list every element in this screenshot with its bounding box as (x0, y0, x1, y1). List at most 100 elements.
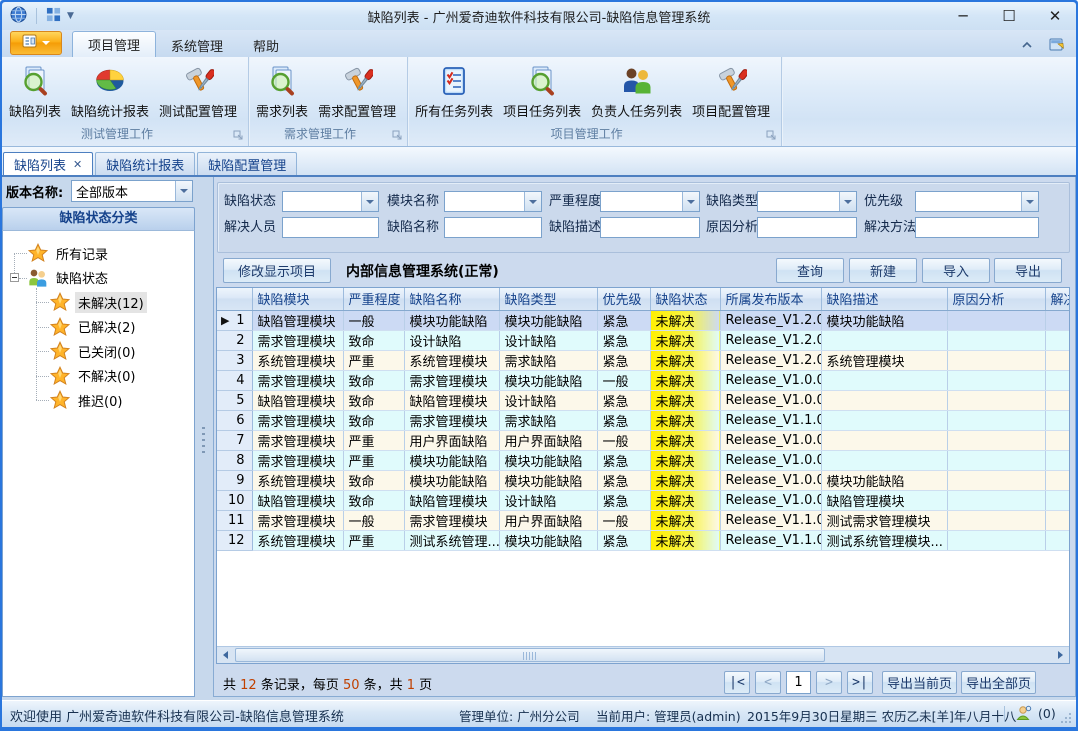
grid-column-header[interactable]: 缺陷描述 (821, 288, 947, 310)
scrollbar-thumb[interactable] (235, 648, 825, 662)
ribbon-tab-2[interactable]: 系统管理 (156, 33, 238, 57)
tree-item-5[interactable]: 已关闭(0) (49, 339, 138, 363)
tree-item-2[interactable]: 缺陷状态 (27, 266, 111, 290)
dialog-launcher-icon[interactable] (766, 130, 777, 141)
application-menu-button[interactable] (10, 31, 62, 55)
filter-dropdown[interactable] (444, 191, 542, 212)
grid-cell: 未解决 (650, 310, 720, 330)
filter-input[interactable] (915, 217, 1039, 238)
filter-dropdown[interactable] (915, 191, 1039, 212)
version-combobox[interactable]: 全部版本 (71, 180, 193, 202)
close-tab-icon[interactable]: ✕ (73, 158, 82, 171)
grid-row-4[interactable]: 4需求管理模块致命需求管理模块模块功能缺陷一般未解决Release_V1.0.0 (217, 370, 1070, 390)
dropdown-arrow-icon[interactable] (524, 192, 541, 211)
new-button[interactable]: 新建 (849, 258, 917, 283)
dialog-launcher-icon[interactable] (392, 130, 403, 141)
collapse-ribbon-icon[interactable] (1018, 36, 1036, 53)
splitter[interactable] (195, 177, 213, 697)
ribbon-button[interactable]: 测试配置管理 (154, 62, 242, 122)
dialog-launcher-icon[interactable] (233, 130, 244, 141)
ribbon-button[interactable]: 需求列表 (251, 62, 313, 122)
maximize-button[interactable]: ☐ (996, 6, 1022, 26)
grid-column-header[interactable]: 缺陷模块 (252, 288, 343, 310)
minimize-button[interactable]: ─ (950, 6, 976, 26)
grid-row-2[interactable]: 2需求管理模块致命设计缺陷设计缺陷紧急未解决Release_V1.2.0 (217, 330, 1070, 350)
tree-item-6[interactable]: 不解决(0) (49, 364, 138, 388)
grid-row-12[interactable]: 12系统管理模块严重测试系统管理...模块功能缺陷紧急未解决Release_V1… (217, 530, 1070, 550)
last-page-button[interactable]: >| (847, 671, 873, 694)
scroll-right-icon[interactable] (1052, 647, 1069, 663)
version-dropdown-button[interactable] (175, 181, 192, 201)
filter-label: 缺陷描述 (549, 217, 601, 238)
grid-row-1[interactable]: 1▶缺陷管理模块一般模块功能缺陷模块功能缺陷紧急未解决Release_V1.2.… (217, 310, 1070, 330)
document-tab-3[interactable]: 缺陷配置管理 (197, 152, 297, 175)
document-tab-1[interactable]: 缺陷列表✕ (3, 152, 93, 175)
filter-input[interactable] (444, 217, 542, 238)
messages-icon[interactable] (1016, 705, 1032, 725)
query-button[interactable]: 查询 (776, 258, 844, 283)
grid-cell (1045, 430, 1070, 450)
ribbon-button[interactable]: 需求配置管理 (313, 62, 401, 122)
filter-input[interactable] (600, 217, 700, 238)
ribbon-tab-3[interactable]: 帮助 (238, 33, 294, 57)
dropdown-arrow-icon[interactable] (361, 192, 378, 211)
filter-input[interactable] (757, 217, 857, 238)
grid-column-header[interactable]: 优先级 (597, 288, 650, 310)
ribbon-button[interactable]: 项目配置管理 (687, 62, 775, 122)
dropdown-arrow-icon[interactable] (839, 192, 856, 211)
horizontal-scrollbar[interactable] (217, 646, 1069, 663)
close-button[interactable]: ✕ (1042, 6, 1068, 26)
ribbon-button[interactable]: 项目任务列表 (498, 62, 586, 122)
grid-column-header[interactable]: 原因分析 (947, 288, 1045, 310)
grid-cell: 设计缺陷 (499, 330, 597, 350)
dropdown-arrow-icon[interactable] (1021, 192, 1038, 211)
filter-input[interactable] (282, 217, 379, 238)
tree-collapse-icon[interactable] (10, 273, 19, 282)
scroll-left-icon[interactable] (217, 647, 234, 663)
dropdown-arrow-icon[interactable] (682, 192, 699, 211)
grid-row-6[interactable]: 6需求管理模块致命需求管理模块需求缺陷紧急未解决Release_V1.1.0 (217, 410, 1070, 430)
grid-cell: 未解决 (650, 370, 720, 390)
grid-row-3[interactable]: 3系统管理模块严重系统管理模块需求缺陷紧急未解决Release_V1.2.0系统… (217, 350, 1070, 370)
ribbon-help-icon[interactable] (1048, 36, 1066, 53)
grid-row-11[interactable]: 11需求管理模块一般需求管理模块用户界面缺陷一般未解决Release_V1.1.… (217, 510, 1070, 530)
grid-column-header[interactable]: 所属发布版本 (720, 288, 821, 310)
ribbon-button[interactable]: 缺陷列表 (4, 62, 66, 122)
import-button[interactable]: 导入 (922, 258, 990, 283)
ribbon-button[interactable]: 缺陷统计报表 (66, 62, 154, 122)
page-number-input[interactable]: 1 (786, 671, 811, 694)
grid-column-header[interactable]: 解决方法 (1045, 288, 1070, 310)
first-page-button[interactable]: |< (724, 671, 750, 694)
modify-display-items-button[interactable]: 修改显示项目 (223, 258, 331, 283)
tree-connector-line (14, 253, 15, 273)
grid-cell (821, 390, 947, 410)
grid-column-header[interactable]: 严重程度 (343, 288, 404, 310)
grid-cell: 测试系统管理... (404, 530, 499, 550)
ribbon-button[interactable]: 所有任务列表 (410, 62, 498, 122)
tree-item-3[interactable]: 未解决(12) (49, 290, 147, 314)
tree-item-4[interactable]: 已解决(2) (49, 315, 138, 339)
filter-dropdown[interactable] (282, 191, 379, 212)
grid-row-8[interactable]: 8需求管理模块严重模块功能缺陷模块功能缺陷紧急未解决Release_V1.0.0 (217, 450, 1070, 470)
grid-column-header[interactable]: 缺陷类型 (499, 288, 597, 310)
filter-dropdown[interactable] (757, 191, 857, 212)
resize-grip[interactable] (1060, 712, 1072, 724)
ribbon-tab-1[interactable]: 项目管理 (72, 31, 156, 57)
ribbon-button[interactable]: 负责人任务列表 (586, 62, 687, 122)
prev-page-button[interactable]: < (755, 671, 781, 694)
grid-column-header[interactable]: 缺陷名称 (404, 288, 499, 310)
filter-dropdown[interactable] (600, 191, 700, 212)
next-page-button[interactable]: > (816, 671, 842, 694)
tree-item-1[interactable]: 所有记录 (27, 241, 111, 265)
grid-row-10[interactable]: 10缺陷管理模块致命缺陷管理模块设计缺陷紧急未解决Release_V1.0.0缺… (217, 490, 1070, 510)
export-all-pages-button[interactable]: 导出全部页 (961, 671, 1036, 694)
export-current-page-button[interactable]: 导出当前页 (882, 671, 957, 694)
export-button[interactable]: 导出 (994, 258, 1062, 283)
tree-item-7[interactable]: 推迟(0) (49, 388, 125, 412)
grid-row-5[interactable]: 5缺陷管理模块致命缺陷管理模块设计缺陷紧急未解决Release_V1.0.0 (217, 390, 1070, 410)
grid-row-9[interactable]: 9系统管理模块致命模块功能缺陷模块功能缺陷紧急未解决Release_V1.0.0… (217, 470, 1070, 490)
grid-row-7[interactable]: 7需求管理模块严重用户界面缺陷用户界面缺陷一般未解决Release_V1.0.0 (217, 430, 1070, 450)
app-window: ▼ 缺陷列表 - 广州爱奇迪软件科技有限公司-缺陷信息管理系统 ─ ☐ ✕ 项目… (0, 0, 1078, 731)
grid-column-header[interactable]: 缺陷状态 (650, 288, 720, 310)
document-tab-2[interactable]: 缺陷统计报表 (95, 152, 195, 175)
